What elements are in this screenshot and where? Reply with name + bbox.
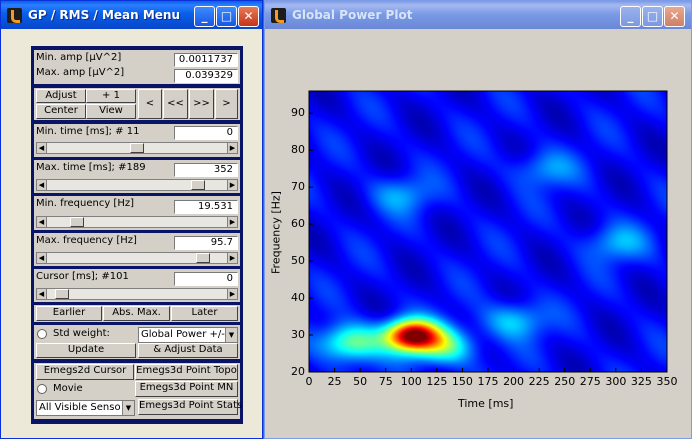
- emegs2d-cursor-button[interactable]: Emegs2d Cursor: [36, 364, 134, 380]
- min-time-slider[interactable]: ◀ ▶: [36, 142, 238, 154]
- chevron-down-icon[interactable]: ▼: [225, 328, 237, 342]
- slider-left-arrow-icon[interactable]: ◀: [37, 143, 47, 153]
- emegs-group: Emegs2d Cursor Emegs3d Point Topo Movie …: [34, 363, 242, 419]
- slider-thumb[interactable]: [55, 289, 70, 299]
- max-amp-field[interactable]: 0.039329: [174, 69, 238, 83]
- x-axis-label: Time [ms]: [458, 397, 514, 410]
- update-button[interactable]: Update: [36, 343, 136, 358]
- min-frequency-group: Min. frequency [Hz] 19.531 ◀ ▶: [34, 196, 240, 230]
- cursor-field[interactable]: 0: [174, 272, 238, 286]
- min-time-label: Min. time [ms]; # 11: [36, 126, 140, 137]
- adjust-data-button[interactable]: & Adjust Data: [138, 343, 238, 358]
- cursor-nav-group: Earlier Abs. Max. Later: [34, 305, 240, 322]
- later-button[interactable]: Later: [171, 306, 238, 321]
- step-back-button[interactable]: <: [138, 89, 162, 119]
- slider-thumb[interactable]: [70, 217, 85, 227]
- sensors-dropdown[interactable]: All Visible Senso ▼: [36, 400, 135, 416]
- titlebar[interactable]: Global Power Plot _ □ ✕: [265, 1, 691, 29]
- min-frequency-label: Min. frequency [Hz]: [36, 198, 135, 209]
- amp-group: Min. amp [µV^2] 0.0011737 Max. amp [µV^2…: [34, 50, 240, 84]
- abs-max-button[interactable]: Abs. Max.: [103, 306, 170, 321]
- slider-left-arrow-icon[interactable]: ◀: [37, 180, 47, 190]
- power-heatmap[interactable]: [309, 91, 667, 372]
- max-time-field[interactable]: 352: [174, 163, 238, 177]
- slider-right-arrow-icon[interactable]: ▶: [227, 143, 237, 153]
- max-frequency-label: Max. frequency [Hz]: [36, 235, 137, 246]
- step-forward-button[interactable]: >: [215, 89, 238, 119]
- min-time-group: Min. time [ms]; # 11 0 ◀ ▶: [34, 124, 240, 157]
- center-button[interactable]: Center: [36, 104, 86, 119]
- max-frequency-field[interactable]: 95.7: [174, 236, 238, 250]
- max-time-label: Max. time [ms]; #189: [36, 162, 146, 173]
- max-time-group: Max. time [ms]; #189 352 ◀ ▶: [34, 160, 240, 193]
- emegs3d-point-topo-button[interactable]: Emegs3d Point Topo: [135, 364, 238, 380]
- titlebar[interactable]: GP / RMS / Mean Menu _ □ ✕: [1, 1, 262, 29]
- window-title: Global Power Plot: [292, 8, 413, 22]
- maximize-button[interactable]: □: [216, 6, 237, 27]
- matlab-icon: [271, 8, 286, 23]
- slider-left-arrow-icon[interactable]: ◀: [37, 289, 47, 299]
- window-title: GP / RMS / Mean Menu: [28, 8, 181, 22]
- cursor-slider[interactable]: ◀ ▶: [36, 288, 238, 300]
- measure-group: Std weight: Global Power +/- ▼ Update & …: [34, 325, 240, 359]
- y-axis-label: Frequency [Hz]: [269, 191, 283, 274]
- slider-thumb[interactable]: [191, 180, 206, 190]
- gp-rms-mean-menu-window: GP / RMS / Mean Menu _ □ ✕ Min. amp [µV^…: [0, 0, 263, 439]
- cursor-group: Cursor [ms]; #101 0 ◀ ▶: [34, 269, 240, 302]
- std-weight-label: Std weight:: [53, 328, 110, 339]
- close-button[interactable]: ✕: [238, 6, 259, 27]
- sensors-selected: All Visible Senso: [39, 402, 121, 413]
- menu-panel: Min. amp [µV^2] 0.0011737 Max. amp [µV^2…: [31, 46, 243, 424]
- slider-thumb[interactable]: [130, 143, 144, 153]
- adjust-group: Adjust + 1 Center View < << >> >: [34, 88, 240, 120]
- minimize-button[interactable]: _: [194, 6, 215, 27]
- max-frequency-slider[interactable]: ◀ ▶: [36, 252, 238, 264]
- movie-label: Movie: [53, 383, 83, 394]
- slider-right-arrow-icon[interactable]: ▶: [227, 289, 237, 299]
- matlab-icon: [7, 8, 22, 23]
- chevron-down-icon[interactable]: ▼: [122, 401, 134, 415]
- cursor-label: Cursor [ms]; #101: [36, 271, 129, 282]
- minimize-button[interactable]: _: [620, 6, 641, 27]
- slider-right-arrow-icon[interactable]: ▶: [227, 217, 237, 227]
- fast-forward-button[interactable]: >>: [189, 89, 214, 119]
- slider-right-arrow-icon[interactable]: ▶: [227, 180, 237, 190]
- heatmap-canvas: [309, 91, 667, 372]
- adjust-button[interactable]: Adjust: [36, 89, 86, 103]
- min-time-field[interactable]: 0: [174, 126, 238, 140]
- measure-selected: Global Power +/-: [141, 329, 225, 340]
- emegs3d-point-stats-button[interactable]: Emegs3d Point Stats: [138, 399, 242, 415]
- max-time-slider[interactable]: ◀ ▶: [36, 179, 238, 191]
- min-amp-label: Min. amp [µV^2]: [36, 52, 122, 63]
- movie-radio[interactable]: [37, 384, 47, 394]
- min-frequency-slider[interactable]: ◀ ▶: [36, 216, 238, 228]
- earlier-button[interactable]: Earlier: [36, 306, 102, 321]
- measure-dropdown[interactable]: Global Power +/- ▼: [138, 327, 238, 343]
- fast-back-button[interactable]: <<: [163, 89, 188, 119]
- slider-left-arrow-icon[interactable]: ◀: [37, 253, 47, 263]
- slider-right-arrow-icon[interactable]: ▶: [227, 253, 237, 263]
- close-button[interactable]: ✕: [664, 6, 685, 27]
- max-frequency-group: Max. frequency [Hz] 95.7 ◀ ▶: [34, 233, 240, 266]
- max-amp-label: Max. amp [µV^2]: [36, 67, 125, 78]
- slider-left-arrow-icon[interactable]: ◀: [37, 217, 47, 227]
- view-button[interactable]: View: [86, 104, 136, 119]
- min-amp-field[interactable]: 0.0011737: [174, 53, 238, 67]
- emegs3d-point-mn-button[interactable]: Emegs3d Point MN: [135, 381, 238, 397]
- min-frequency-field[interactable]: 19.531: [174, 200, 238, 214]
- maximize-button[interactable]: □: [642, 6, 663, 27]
- std-weight-radio[interactable]: [37, 329, 47, 339]
- plus-one-button[interactable]: + 1: [86, 89, 136, 103]
- slider-thumb[interactable]: [196, 253, 211, 263]
